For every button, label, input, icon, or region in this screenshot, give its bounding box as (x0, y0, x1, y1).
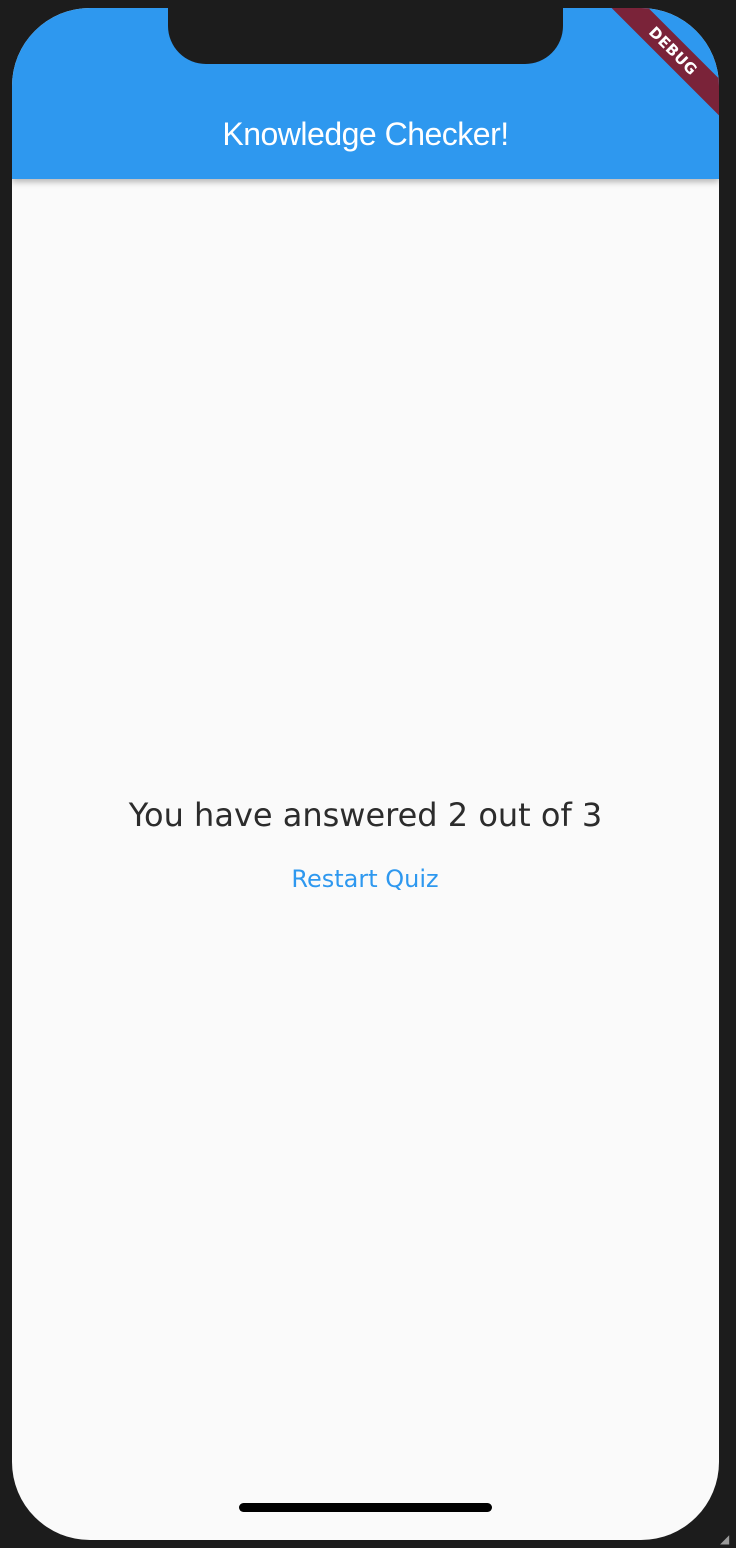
device-frame: Knowledge Checker! DEBUG You have answer… (0, 0, 736, 1548)
phone-screen: Knowledge Checker! DEBUG You have answer… (12, 8, 719, 1540)
home-indicator[interactable] (239, 1503, 492, 1512)
device-notch (168, 8, 563, 64)
restart-quiz-button[interactable]: Restart Quiz (282, 854, 448, 904)
quiz-result-body: You have answered 2 out of 3 Restart Qui… (12, 179, 719, 1540)
quiz-score-text: You have answered 2 out of 3 (128, 796, 603, 834)
debug-banner-label: DEBUG (600, 8, 719, 124)
resize-corner-icon: ◢ (720, 1532, 730, 1546)
debug-banner: DEBUG (599, 8, 719, 128)
